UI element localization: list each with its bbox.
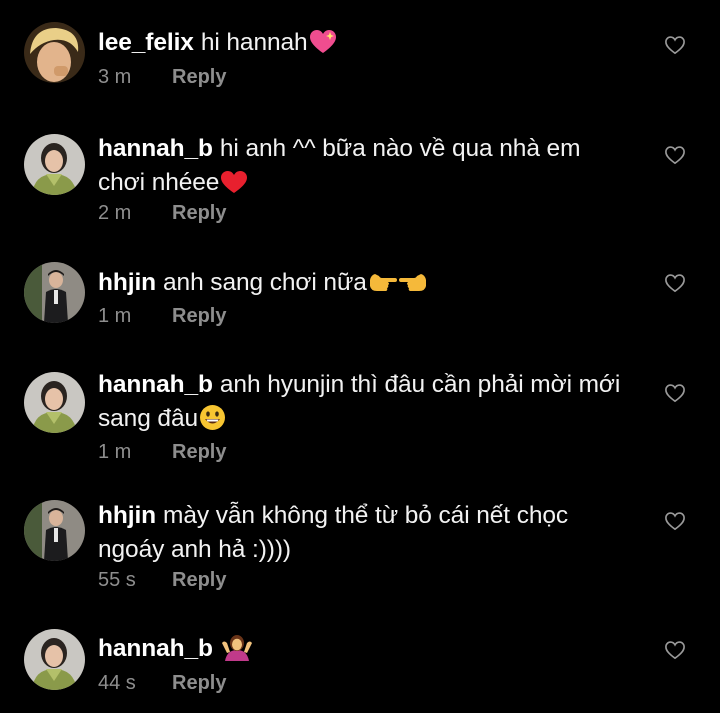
reply-button[interactable]: Reply <box>172 569 226 591</box>
comment-text: hi hannah <box>200 29 308 56</box>
reply-button[interactable]: Reply <box>172 202 226 224</box>
username[interactable]: hhjin <box>98 502 156 529</box>
timestamp: 2 m <box>98 202 132 224</box>
comment-meta: 55 s Reply <box>98 569 226 592</box>
like-heart-icon[interactable] <box>664 640 686 660</box>
reply-button[interactable]: Reply <box>172 305 226 327</box>
comment-body: hhjin anh sang chơi nữa <box>98 266 628 305</box>
timestamp: 55 s <box>98 569 136 591</box>
username[interactable]: lee_felix <box>98 29 194 56</box>
username[interactable]: hannah_b <box>98 371 213 398</box>
comment-body: hhjin mày vẫn không thể từ bỏ cái nết chọ… <box>98 499 628 567</box>
blond-man-avatar-icon <box>24 22 85 83</box>
comment-meta: 3 m Reply <box>98 66 226 89</box>
comment-meta: 44 s Reply <box>98 672 226 695</box>
woman-scarf-avatar-icon <box>24 629 85 690</box>
timestamp: 44 s <box>98 672 136 694</box>
like-heart-icon[interactable] <box>664 383 686 403</box>
comment-text: mày vẫn không thể từ bỏ cái nết chọc ngo… <box>98 502 569 563</box>
avatar[interactable] <box>24 134 85 195</box>
comment-body: hannah_b anh hyunjin thì đâu cần phải mời… <box>98 368 628 441</box>
red-heart-icon <box>220 170 248 205</box>
comment-meta: 1 m Reply <box>98 441 226 464</box>
username[interactable]: hhjin <box>98 269 156 296</box>
comment-body: hannah_b <box>98 632 628 671</box>
like-heart-icon[interactable] <box>664 273 686 293</box>
comment-text: anh sang chơi nữa <box>163 269 367 296</box>
like-heart-icon[interactable] <box>664 511 686 531</box>
woman-scarf-avatar-icon <box>24 372 85 433</box>
avatar[interactable] <box>24 372 85 433</box>
reply-button[interactable]: Reply <box>172 672 226 694</box>
sparkling-heart-icon <box>309 29 337 65</box>
timestamp: 1 m <box>98 441 132 463</box>
avatar[interactable] <box>24 629 85 690</box>
avatar[interactable] <box>24 500 85 561</box>
reply-button[interactable]: Reply <box>172 66 226 88</box>
like-heart-icon[interactable] <box>664 35 686 55</box>
comment-meta: 2 m Reply <box>98 202 226 225</box>
man-suit-avatar-icon <box>24 262 85 323</box>
avatar[interactable] <box>24 22 85 83</box>
like-heart-icon[interactable] <box>664 145 686 165</box>
comment-body: lee_felix hi hannah <box>98 26 628 65</box>
timestamp: 1 m <box>98 305 132 327</box>
avatar[interactable] <box>24 262 85 323</box>
timestamp: 3 m <box>98 66 132 88</box>
man-suit-avatar-icon <box>24 500 85 561</box>
reply-button[interactable]: Reply <box>172 441 226 463</box>
pointing-hands-icon <box>368 269 428 305</box>
comment-meta: 1 m Reply <box>98 305 226 328</box>
person-shrugging-icon <box>221 634 253 671</box>
woman-scarf-avatar-icon <box>24 134 85 195</box>
grinning-face-icon <box>199 404 226 441</box>
username[interactable]: hannah_b <box>98 135 213 162</box>
username[interactable]: hannah_b <box>98 635 213 662</box>
comment-body: hannah_b hi anh ^^ bữa nào về qua nhà em … <box>98 132 628 205</box>
